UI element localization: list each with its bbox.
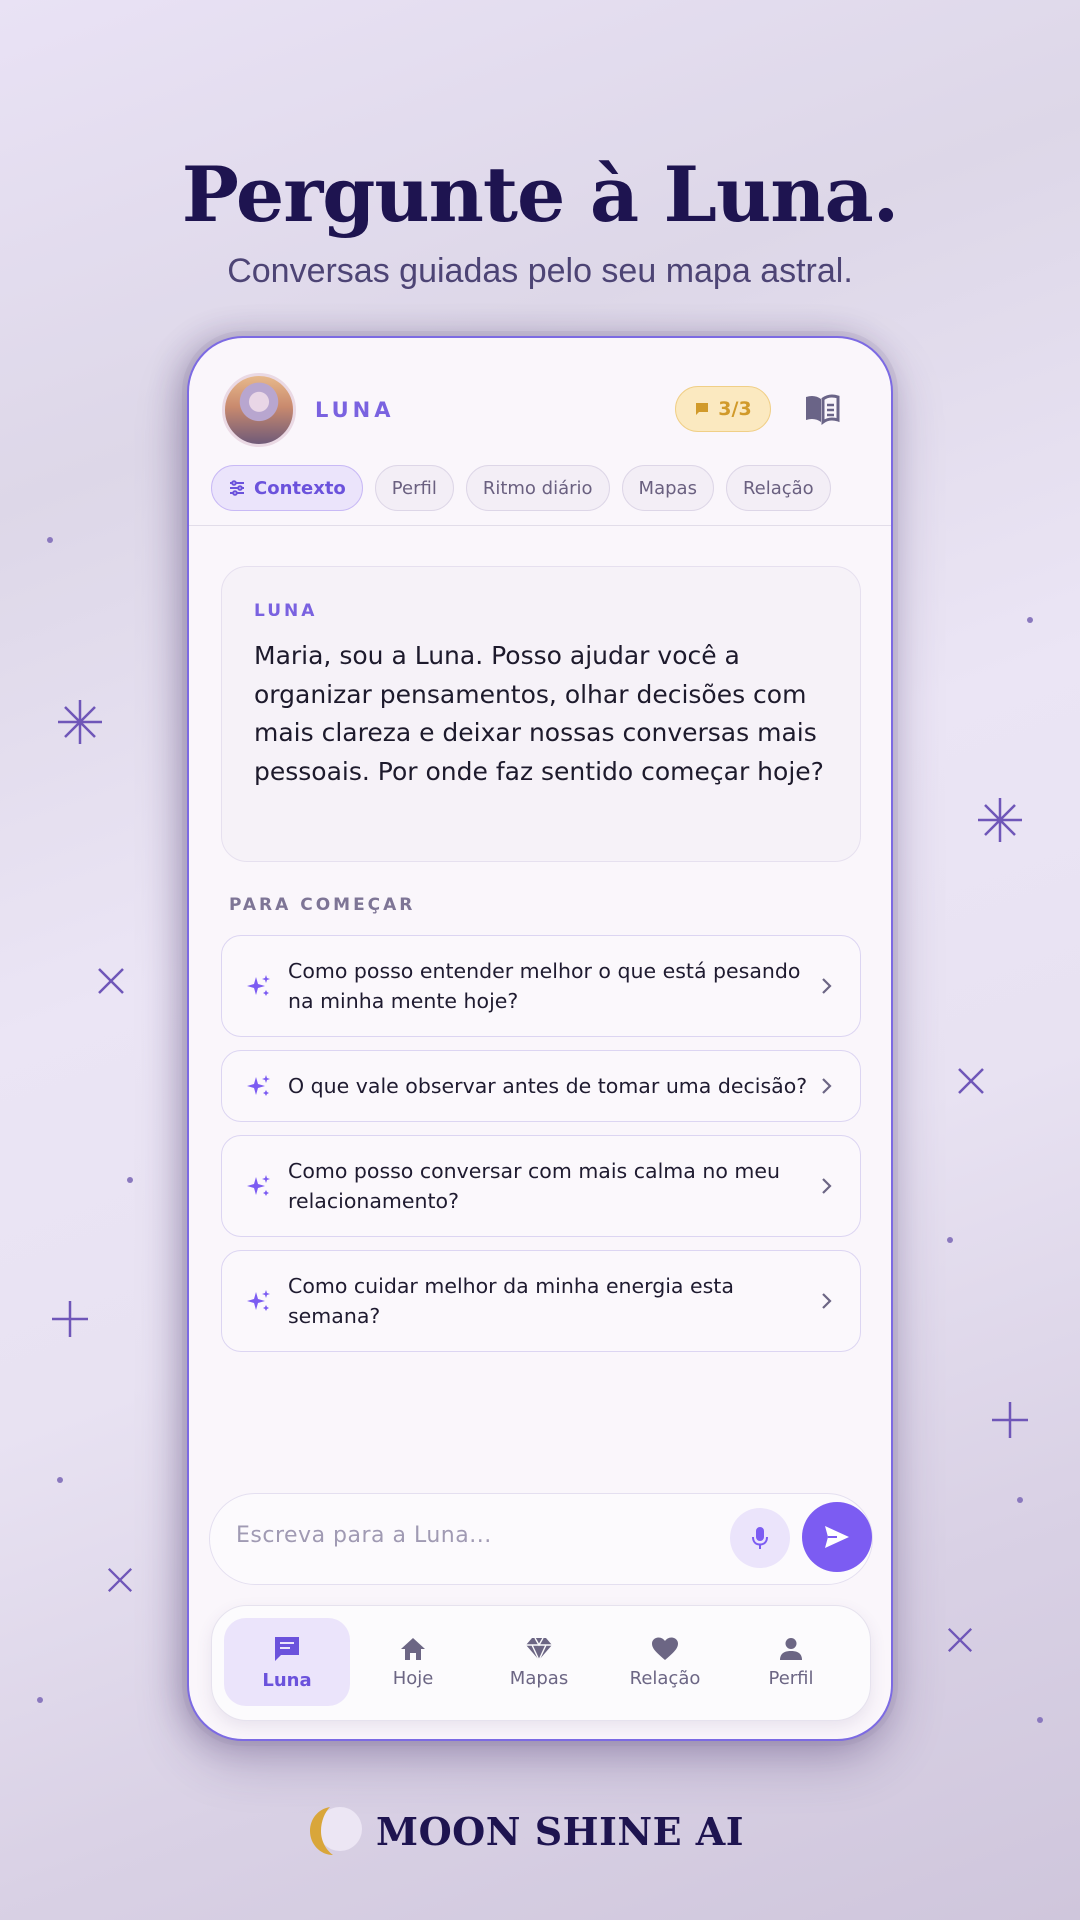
brand-footer: MOON SHINE AI: [306, 1805, 744, 1857]
send-button[interactable]: [802, 1502, 872, 1572]
suggestion-item[interactable]: Como cuidar melhor da minha energia esta…: [221, 1250, 861, 1352]
sparkles-icon: [247, 1290, 270, 1311]
message-input-placeholder[interactable]: Escreva para a Luna...: [236, 1523, 492, 1548]
sparkles-icon: [247, 975, 270, 996]
luna-avatar[interactable]: [222, 373, 296, 447]
tab-mapas[interactable]: Mapas: [476, 1618, 602, 1706]
tab-hoje[interactable]: Hoje: [350, 1618, 476, 1706]
tab-label: Luna: [262, 1669, 312, 1691]
tab-perfil[interactable]: Perfil: [728, 1618, 854, 1706]
suggestion-text: Como cuidar melhor da minha energia esta…: [288, 1274, 734, 1328]
phone-frame: LUNA 3/3 Contexto Perfil Ritmo diário Ma…: [187, 336, 893, 1741]
microphone-icon: [752, 1527, 768, 1549]
sparkle-icon: [990, 1400, 1030, 1440]
chip-label: Perfil: [391, 477, 437, 499]
assistant-name: LUNA: [315, 398, 395, 422]
cross-icon: [956, 1066, 986, 1096]
suggestion-text: Como posso entender melhor o que está pe…: [288, 959, 801, 1013]
suggestion-text: Como posso conversar com mais calma no m…: [288, 1159, 780, 1213]
microphone-button[interactable]: [730, 1508, 790, 1568]
book-icon[interactable]: [804, 393, 840, 425]
tab-label: Mapas: [509, 1667, 569, 1689]
gem-icon: [526, 1637, 552, 1662]
suggestion-item[interactable]: Como posso entender melhor o que está pe…: [221, 935, 861, 1037]
sparkles-icon: [247, 1175, 270, 1196]
suggestion-item[interactable]: Como posso conversar com mais calma no m…: [221, 1135, 861, 1237]
star-dot: [1017, 1497, 1023, 1503]
message-text: Maria, sou a Luna. Posso ajudar você a o…: [254, 641, 824, 786]
sparkle-icon: [50, 1299, 90, 1339]
star-dot: [57, 1477, 63, 1483]
tab-luna[interactable]: Luna: [224, 1618, 350, 1706]
person-icon: [780, 1637, 802, 1660]
message-counter: 3/3: [718, 398, 752, 420]
chevron-right-icon: [822, 1293, 832, 1309]
suggestions-label: PARA COMEÇAR: [229, 895, 416, 915]
chat-icon: [275, 1636, 299, 1661]
message-icon: [696, 403, 709, 415]
star-dot: [947, 1237, 953, 1243]
page-subheadline: Conversas guiadas pelo seu mapa astral.: [227, 252, 853, 290]
chip-mapas[interactable]: Mapas: [621, 465, 714, 511]
chevron-right-icon: [822, 978, 832, 994]
chevron-right-icon: [822, 1178, 832, 1194]
tab-label: Relação: [629, 1667, 701, 1689]
context-chips: Contexto Perfil Ritmo diário Mapas Relaç…: [211, 465, 831, 511]
chip-label: Mapas: [638, 477, 697, 499]
chip-perfil[interactable]: Perfil: [374, 465, 454, 511]
star-dot: [1037, 1717, 1043, 1723]
chip-label: Contexto: [254, 477, 346, 499]
star-dot: [127, 1177, 133, 1183]
chip-contexto[interactable]: Contexto: [211, 465, 363, 511]
send-icon: [825, 1526, 849, 1548]
suggestion-text: O que vale observar antes de tomar uma d…: [288, 1074, 808, 1098]
cross-icon: [96, 966, 126, 996]
cross-icon: [946, 1626, 974, 1654]
tab-label: Hoje: [392, 1667, 434, 1689]
message-composer[interactable]: Escreva para a Luna...: [209, 1493, 873, 1585]
chip-label: Relação: [742, 477, 814, 499]
star-dot: [47, 537, 53, 543]
sliders-icon: [230, 480, 244, 496]
sparkles-icon: [247, 1075, 270, 1096]
chat-header: LUNA 3/3 Contexto Perfil Ritmo diário Ma…: [189, 338, 891, 526]
cross-icon: [106, 1566, 134, 1594]
star-dot: [37, 1697, 43, 1703]
sparkle-icon: [56, 698, 104, 746]
tab-label: Perfil: [768, 1667, 814, 1689]
luna-message-card: LUNA Maria, sou a Luna. Posso ajudar voc…: [221, 566, 861, 862]
chip-label: Ritmo diário: [482, 477, 593, 499]
bottom-tab-bar: Luna Hoje Mapas Relação Perfil: [211, 1605, 871, 1721]
page-headline: Pergunte à Luna.: [181, 150, 899, 239]
sparkle-icon: [976, 796, 1024, 844]
heart-icon: [652, 1637, 678, 1660]
chip-relacao[interactable]: Relação: [725, 465, 831, 511]
tab-relacao[interactable]: Relação: [602, 1618, 728, 1706]
chip-ritmo-diario[interactable]: Ritmo diário: [465, 465, 610, 511]
chevron-right-icon: [822, 1078, 832, 1094]
suggestion-item[interactable]: O que vale observar antes de tomar uma d…: [221, 1050, 861, 1122]
moon-logo-icon: [310, 1807, 362, 1855]
message-sender: LUNA: [254, 601, 318, 621]
brand-name: MOON SHINE AI: [376, 1808, 745, 1854]
star-dot: [1027, 617, 1033, 623]
message-counter-badge[interactable]: 3/3: [675, 386, 771, 432]
home-icon: [401, 1637, 425, 1660]
